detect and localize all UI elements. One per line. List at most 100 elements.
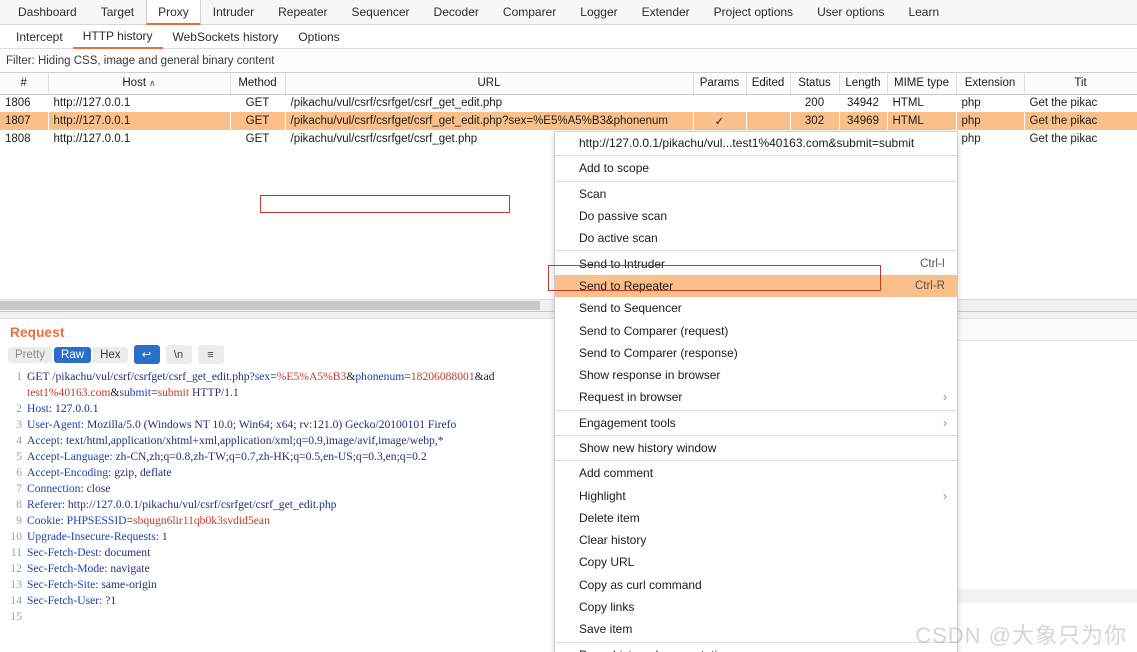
menu-item-request-in-browser[interactable]: Request in browser › <box>555 386 957 408</box>
filter-bar[interactable]: Filter: Hiding CSS, image and general bi… <box>0 49 1137 73</box>
menu-item-label: Send to Repeater <box>579 278 674 293</box>
main-tab-project-options[interactable]: Project options <box>702 0 805 24</box>
menu-item-shortcut: Ctrl-I <box>920 257 945 270</box>
main-tab-bar: Dashboard Target Proxy Intruder Repeater Sequ… <box>0 0 1137 25</box>
line-number: 2 <box>16 402 22 415</box>
sub-tab-options[interactable]: Options <box>288 25 349 48</box>
menu-item-add-to-scope[interactable]: Add to scope <box>555 157 957 179</box>
word-wrap-icon[interactable]: ↩ <box>133 345 160 364</box>
main-tab-user-options[interactable]: User options <box>805 0 896 24</box>
line-number: 8 <box>16 498 22 511</box>
cell-method: GET <box>245 97 270 110</box>
main-tab-repeater[interactable]: Repeater <box>266 0 339 24</box>
main-tab-proxy[interactable]: Proxy <box>146 0 201 25</box>
cell-method: GET <box>230 112 285 130</box>
menu-item-label: Show new history window <box>579 441 717 455</box>
column-header-params[interactable]: Params <box>693 73 747 95</box>
menu-item-send-to-comparer-request[interactable]: Send to Comparer (request) <box>555 319 957 341</box>
view-mode-hex[interactable]: Hex <box>93 346 128 363</box>
menu-item-proxy-history-documentation[interactable]: Proxy history documentation <box>555 644 957 652</box>
column-header-mime[interactable]: MIME type <box>887 73 957 95</box>
menu-item-label: Engagement tools <box>579 415 676 430</box>
main-tab-intruder[interactable]: Intruder <box>201 0 266 24</box>
menu-icon[interactable]: ≡ <box>197 345 224 364</box>
table-row[interactable]: 1807 http://127.0.0.1 GET/pikachu/vul/csrf… <box>0 112 1137 130</box>
cell-ext: php <box>961 133 981 145</box>
menu-item-send-to-repeater[interactable]: Send to Repeater Ctrl-R <box>555 274 957 298</box>
main-tab-sequencer[interactable]: Sequencer <box>340 0 422 24</box>
cell-url: /pikachu/vul/csrf/csrfget/csrf_get_edit.… <box>285 112 693 130</box>
menu-item-do-passive-scan[interactable]: Do passive scan <box>555 205 957 227</box>
request-token: : text/html,application/xhtml+xml,applic… <box>59 434 444 447</box>
column-header-edited[interactable]: Edited <box>746 73 791 95</box>
request-token: : navigate <box>104 562 150 575</box>
menu-item-copy-url[interactable]: Copy URL <box>555 551 957 573</box>
menu-item-copy-as-curl-command[interactable]: Copy as curl command <box>555 574 957 596</box>
request-line: 13 Sec-Fetch-Site: same-origin <box>0 577 567 593</box>
menu-item-copy-links[interactable]: Copy links <box>555 596 957 618</box>
main-tab-decoder[interactable]: Decoder <box>422 0 491 24</box>
scrollbar-thumb[interactable] <box>0 301 540 310</box>
column-header-num[interactable]: # <box>0 73 49 95</box>
request-token: Sec-Fetch-Dest <box>27 546 99 559</box>
menu-separator <box>555 250 957 252</box>
cell-title: Get the pikac <box>1029 97 1098 110</box>
menu-item-label: Copy URL <box>579 555 635 570</box>
cell-ext: php <box>961 97 981 110</box>
request-token: sbqugn6lir11qb0k3svdid5ean <box>133 514 270 527</box>
table-row[interactable]: 1806 http://127.0.0.1 GET/pikachu/vul/csrf… <box>0 94 1137 112</box>
line-number: 5 <box>16 450 22 463</box>
menu-item-scan[interactable]: Scan <box>555 183 957 205</box>
line-number: 14 <box>10 594 22 607</box>
menu-item-show-response-in-browser[interactable]: Show response in browser <box>555 364 957 386</box>
menu-item-send-to-sequencer[interactable]: Send to Sequencer <box>555 297 957 319</box>
menu-item-add-comment[interactable]: Add comment <box>555 462 957 484</box>
main-tab-comparer[interactable]: Comparer <box>491 0 568 24</box>
request-raw-editor[interactable]: 1 GET /pikachu/vul/csrf/csrfget/csrf_get_… <box>0 367 567 625</box>
sub-tab-websockets-history[interactable]: WebSockets history <box>163 25 289 48</box>
main-tab-target[interactable]: Target <box>89 0 146 24</box>
menu-item-label: Delete item <box>579 510 640 525</box>
request-token: User-Agent <box>27 418 81 431</box>
menu-item-engagement-tools[interactable]: Engagement tools › <box>555 412 957 434</box>
request-line: 15 <box>0 609 567 625</box>
main-tab-label: Learn <box>908 5 940 19</box>
column-header-length[interactable]: Length <box>839 73 888 95</box>
column-header-title[interactable]: Tit <box>1024 73 1137 95</box>
main-tab-learn[interactable]: Learn <box>896 0 951 24</box>
menu-item-send-to-comparer-response[interactable]: Send to Comparer (response) <box>555 342 957 364</box>
menu-item-do-active-scan[interactable]: Do active scan <box>555 227 957 249</box>
line-number: 13 <box>10 578 22 591</box>
menu-item-delete-item[interactable]: Delete item <box>555 507 957 529</box>
chevron-right-icon: › <box>943 390 947 405</box>
main-tab-extender[interactable]: Extender <box>630 0 702 24</box>
column-header-ext[interactable]: Extension <box>956 73 1025 95</box>
menu-item-send-to-intruder[interactable]: Send to Intruder Ctrl-I <box>555 252 957 274</box>
request-token: Sec-Fetch-Mode <box>27 562 105 575</box>
column-header-status[interactable]: Status <box>790 73 840 95</box>
column-header-url[interactable]: URL <box>285 73 694 95</box>
column-header-method[interactable]: Method <box>230 73 286 95</box>
sub-tab-http-history[interactable]: HTTP history <box>72 25 163 49</box>
request-token: Referer <box>27 498 62 511</box>
view-mode-raw[interactable]: Raw <box>54 346 92 363</box>
history-context-menu[interactable]: http://127.0.0.1/pikachu/vul...test1%401… <box>554 131 958 652</box>
request-line: 9 Cookie: PHPSESSID=sbqugn6lir11qb0k3svdi… <box>0 513 567 529</box>
column-header-label: Status <box>798 77 831 90</box>
view-mode-pretty[interactable]: Pretty <box>8 346 53 363</box>
newline-icon[interactable]: \n <box>165 345 192 364</box>
request-token: Connection <box>27 482 81 495</box>
menu-item-label: Send to Comparer (response) <box>579 345 738 360</box>
menu-item-highlight[interactable]: Highlight › <box>555 484 957 506</box>
menu-item-show-new-history-window[interactable]: Show new history window <box>555 437 957 459</box>
main-tab-logger[interactable]: Logger <box>568 0 629 24</box>
sub-tab-intercept[interactable]: Intercept <box>6 25 73 48</box>
main-tab-dashboard[interactable]: Dashboard <box>6 0 89 24</box>
request-token: : 127.0.0.1 <box>48 402 99 415</box>
column-header-host[interactable]: Host ∧ <box>48 73 231 95</box>
menu-item-label: Do passive scan <box>579 209 668 224</box>
menu-item-label: Send to Sequencer <box>579 301 682 316</box>
menu-item-clear-history[interactable]: Clear history <box>555 529 957 551</box>
menu-item-save-item[interactable]: Save item <box>555 618 957 640</box>
menu-item-label: Copy as curl command <box>579 577 702 592</box>
